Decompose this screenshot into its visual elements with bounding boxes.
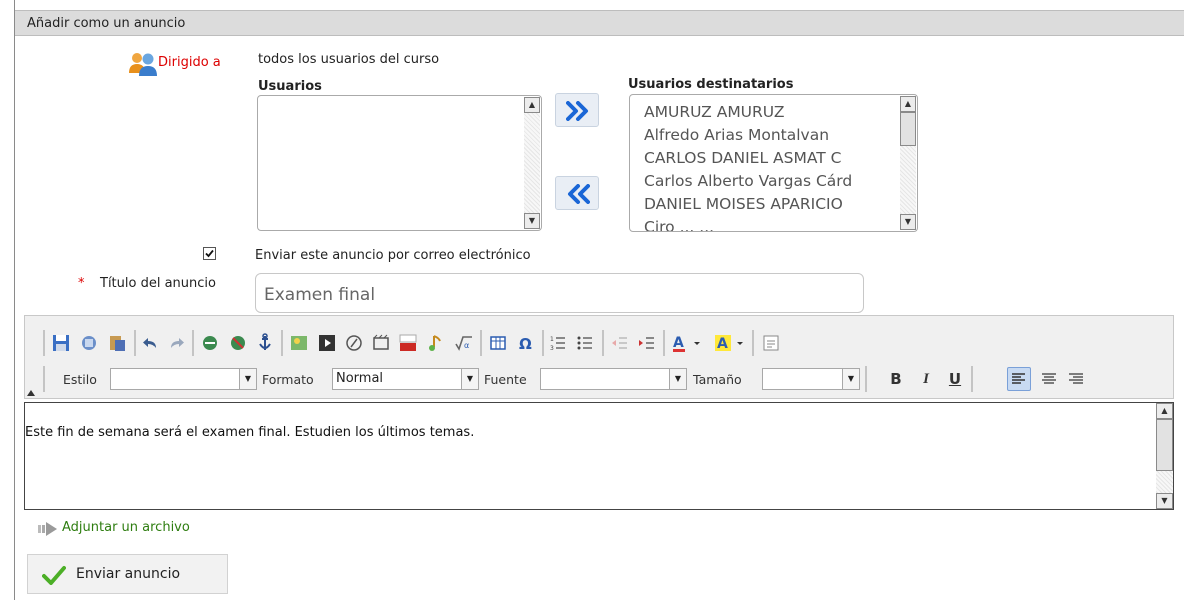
flash-icon[interactable] <box>343 332 365 354</box>
svg-text:1: 1 <box>550 336 554 343</box>
chevron-down-icon: ▼ <box>669 369 686 389</box>
section-header: Añadir como un anuncio <box>15 10 1184 36</box>
editor-toolbar: α Ω 13 A A Estilo ▼ Formato Normal ▼ Fuen… <box>24 315 1174 399</box>
numbered-list-icon[interactable]: 13 <box>547 332 569 354</box>
scroll-thumb[interactable] <box>900 112 916 146</box>
selected-user-item[interactable]: Carlos Alberto Vargas Cárd <box>644 170 852 193</box>
youtube-icon[interactable] <box>397 332 419 354</box>
title-input[interactable]: Examen final <box>255 273 864 313</box>
selected-users-list: AMURUZ AMURUZ Alfredo Arias Montalvan CARL… <box>644 101 852 231</box>
table-icon[interactable] <box>487 332 509 354</box>
selected-scrollbar[interactable]: ▲ ▼ <box>900 96 916 230</box>
image-icon[interactable] <box>288 332 310 354</box>
double-chevron-left-icon <box>568 184 590 204</box>
svg-text:A: A <box>717 336 728 352</box>
chevron-down-icon: ▼ <box>239 369 256 389</box>
audio-icon[interactable] <box>425 332 447 354</box>
scroll-up-button[interactable]: ▲ <box>900 96 916 112</box>
scroll-down-button[interactable]: ▼ <box>900 214 916 230</box>
video-clip-icon[interactable] <box>370 332 392 354</box>
send-announcement-button[interactable]: Enviar anuncio <box>27 554 228 594</box>
align-center-icon[interactable] <box>1038 368 1060 390</box>
email-checkbox[interactable] <box>203 247 216 260</box>
selected-user-item[interactable]: Alfredo Arias Montalvan <box>644 124 852 147</box>
selected-user-item[interactable]: Ciro ... ... <box>644 216 852 231</box>
remove-users-button[interactable] <box>555 176 599 210</box>
users-list-label: Usuarios <box>258 79 322 94</box>
background-color-icon[interactable]: A <box>713 332 747 354</box>
format-select[interactable]: Normal ▼ <box>332 368 479 390</box>
selected-user-item[interactable]: AMURUZ AMURUZ <box>644 101 852 124</box>
redo-icon[interactable] <box>165 332 187 354</box>
scroll-thumb[interactable] <box>1156 419 1173 471</box>
math-formula-icon[interactable]: α <box>453 332 475 354</box>
font-label: Fuente <box>484 372 527 387</box>
recipients-description: todos los usuarios del curso <box>258 52 440 67</box>
title-label: Título del anuncio <box>100 276 216 291</box>
indent-icon[interactable] <box>636 332 658 354</box>
editor-text[interactable]: Este fin de semana será el examen final.… <box>25 425 474 440</box>
video-icon[interactable] <box>316 332 338 354</box>
anchor-icon[interactable] <box>254 332 276 354</box>
users-group-icon <box>129 53 157 76</box>
check-icon <box>205 249 214 258</box>
align-left-icon[interactable] <box>1007 367 1031 391</box>
collapse-toolbar-icon[interactable] <box>27 390 35 396</box>
underline-button[interactable]: U <box>943 367 967 391</box>
align-right-icon[interactable] <box>1065 368 1087 390</box>
link-icon[interactable] <box>199 332 221 354</box>
section-title: Añadir como un anuncio <box>27 16 186 31</box>
attach-file-link[interactable]: Adjuntar un archivo <box>62 520 190 535</box>
unlink-icon[interactable] <box>227 332 249 354</box>
scroll-down-button[interactable]: ▼ <box>524 213 540 229</box>
selected-user-item[interactable]: DANIEL MOISES APARICIO <box>644 193 852 216</box>
source-code-icon[interactable] <box>760 332 782 354</box>
users-scrollbar[interactable]: ▲ ▼ <box>524 97 540 229</box>
add-users-button[interactable] <box>555 93 599 127</box>
preview-icon[interactable] <box>78 332 100 354</box>
scroll-down-button[interactable]: ▼ <box>1156 493 1173 509</box>
svg-text:α: α <box>464 341 469 350</box>
selected-users-label: Usuarios destinatarios <box>628 77 794 92</box>
scroll-up-button[interactable]: ▲ <box>1156 403 1173 419</box>
style-label: Estilo <box>63 372 97 387</box>
send-button-label: Enviar anuncio <box>76 566 181 582</box>
users-listbox[interactable]: ▲ ▼ <box>257 95 542 231</box>
style-select[interactable]: ▼ <box>110 368 257 390</box>
paste-word-icon[interactable] <box>106 332 128 354</box>
bold-button[interactable]: B <box>884 367 908 391</box>
size-select[interactable]: ▼ <box>762 368 860 390</box>
svg-text:A: A <box>673 335 684 351</box>
italic-button[interactable]: I <box>914 367 938 391</box>
format-label: Formato <box>262 372 314 387</box>
text-color-icon[interactable]: A <box>670 332 704 354</box>
editor-scrollbar[interactable]: ▲ ▼ <box>1156 403 1173 509</box>
recipients-label[interactable]: Dirigido a <box>158 55 221 70</box>
selected-users-listbox[interactable]: AMURUZ AMURUZ Alfredo Arias Montalvan CARL… <box>629 94 918 232</box>
editor-content[interactable]: Este fin de semana será el examen final.… <box>24 402 1174 510</box>
chevron-down-icon: ▼ <box>461 369 478 389</box>
font-select[interactable]: ▼ <box>540 368 687 390</box>
outdent-icon[interactable] <box>609 332 631 354</box>
attachment-arrow-icon <box>38 522 57 536</box>
checkmark-icon <box>42 566 66 585</box>
double-chevron-right-icon <box>566 101 588 121</box>
special-char-icon[interactable]: Ω <box>515 332 537 354</box>
bullet-list-icon[interactable] <box>574 332 596 354</box>
scroll-up-button[interactable]: ▲ <box>524 97 540 113</box>
svg-text:Ω: Ω <box>519 335 532 353</box>
save-icon[interactable] <box>50 332 72 354</box>
required-mark: * <box>78 276 85 291</box>
svg-text:3: 3 <box>550 345 554 352</box>
email-checkbox-label: Enviar este anuncio por correo electróni… <box>255 248 531 263</box>
selected-user-item[interactable]: CARLOS DANIEL ASMAT C <box>644 147 852 170</box>
size-label: Tamaño <box>693 372 742 387</box>
chevron-down-icon: ▼ <box>842 369 859 389</box>
undo-icon[interactable] <box>140 332 162 354</box>
